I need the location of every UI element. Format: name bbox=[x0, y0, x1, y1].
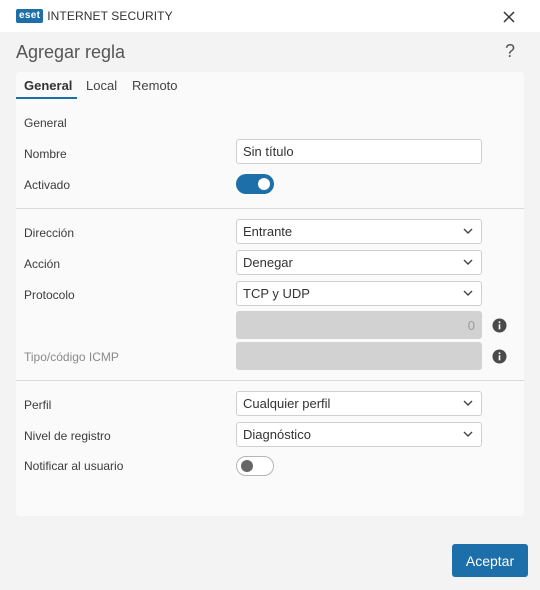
dialog-body: Agregar regla ? General Local Remoto Gen… bbox=[0, 32, 540, 590]
chevron-down-icon bbox=[463, 259, 473, 265]
notify-label: Notificar al usuario bbox=[24, 459, 124, 473]
tab-general[interactable]: General bbox=[24, 78, 72, 93]
section-general-label: General bbox=[24, 116, 67, 130]
help-icon[interactable]: ? bbox=[505, 41, 515, 62]
active-tab-indicator bbox=[16, 97, 77, 99]
action-value: Denegar bbox=[243, 255, 293, 270]
close-icon[interactable] bbox=[498, 6, 520, 28]
direction-value: Entrante bbox=[243, 224, 293, 239]
tab-local[interactable]: Local bbox=[86, 78, 117, 93]
eset-logo: eset INTERNET SECURITY bbox=[16, 9, 173, 23]
profile-select[interactable]: Cualquier perfil bbox=[236, 391, 482, 416]
notify-toggle[interactable] bbox=[236, 456, 274, 476]
info-icon[interactable] bbox=[492, 349, 507, 364]
profile-label: Perfil bbox=[24, 398, 52, 412]
profile-value: Cualquier perfil bbox=[243, 396, 331, 411]
title-bar: eset INTERNET SECURITY bbox=[0, 0, 540, 32]
log-level-select[interactable]: Diagnóstico bbox=[236, 422, 482, 447]
name-input[interactable]: Sin título bbox=[236, 139, 482, 164]
protocol-value: TCP y UDP bbox=[243, 286, 310, 301]
protocol-label: Protocolo bbox=[24, 288, 75, 302]
chevron-down-icon bbox=[463, 228, 473, 234]
protocol-number-input: 0 bbox=[236, 311, 482, 339]
toggle-knob bbox=[241, 460, 253, 472]
icmp-input bbox=[236, 342, 482, 370]
toggle-knob bbox=[258, 178, 270, 190]
enabled-label: Activado bbox=[24, 178, 71, 192]
rule-panel: General Local Remoto General Nombre Sin … bbox=[16, 72, 524, 516]
dialog-title: Agregar regla bbox=[16, 42, 126, 62]
enabled-toggle[interactable] bbox=[236, 174, 274, 194]
direction-label: Dirección bbox=[24, 226, 75, 240]
chevron-down-icon bbox=[463, 400, 473, 406]
divider bbox=[16, 208, 524, 209]
log-level-value: Diagnóstico bbox=[243, 427, 311, 442]
accept-button[interactable]: Aceptar bbox=[452, 544, 528, 577]
tab-remote[interactable]: Remoto bbox=[132, 78, 178, 93]
icmp-label: Tipo/código ICMP bbox=[24, 350, 119, 364]
action-label: Acción bbox=[24, 257, 61, 271]
direction-select[interactable]: Entrante bbox=[236, 219, 482, 244]
tab-bar: General Local Remoto bbox=[16, 72, 524, 99]
protocol-select[interactable]: TCP y UDP bbox=[236, 281, 482, 306]
chevron-down-icon bbox=[463, 290, 473, 296]
info-icon[interactable] bbox=[492, 318, 507, 333]
name-label: Nombre bbox=[24, 147, 67, 161]
divider bbox=[16, 380, 524, 381]
logo-badge: eset bbox=[16, 9, 44, 23]
product-name: INTERNET SECURITY bbox=[47, 9, 173, 23]
log-level-label: Nivel de registro bbox=[24, 429, 111, 443]
chevron-down-icon bbox=[463, 431, 473, 437]
action-select[interactable]: Denegar bbox=[236, 250, 482, 275]
